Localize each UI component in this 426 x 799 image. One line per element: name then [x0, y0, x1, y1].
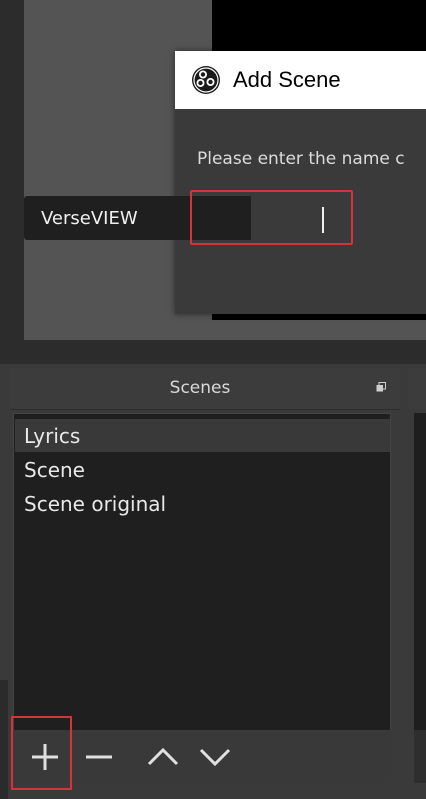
scene-toolbar: [13, 730, 391, 783]
chevron-down-icon: [199, 748, 231, 766]
scene-list-item[interactable]: Scene: [24, 458, 85, 482]
scene-list-item[interactable]: Scene original: [24, 492, 166, 516]
scenes-dock-header: Scenes: [10, 368, 400, 410]
left-edge-strip: [0, 680, 8, 799]
sources-list: [414, 413, 426, 783]
move-scene-up-button[interactable]: [143, 730, 183, 783]
scene-list-item[interactable]: Lyrics: [24, 424, 80, 448]
sources-dock-header: [408, 368, 426, 409]
scenes-dock-title: Scenes: [169, 378, 231, 398]
add-icon: [32, 743, 58, 770]
obs-logo-icon: [192, 66, 220, 94]
dialog-titlebar: Add Scene: [175, 51, 426, 109]
dialog-title: Add Scene: [233, 67, 341, 92]
sources-toolbar: [414, 730, 426, 783]
scene-name-input[interactable]: [24, 196, 251, 240]
text-caret: [322, 207, 324, 233]
float-dock-icon[interactable]: [376, 382, 386, 392]
scene-list: Lyrics Scene Scene original: [13, 413, 391, 733]
remove-icon: [86, 755, 112, 758]
add-scene-button[interactable]: [25, 730, 65, 783]
dialog-prompt: Please enter the name c: [197, 149, 405, 169]
chevron-up-icon: [147, 747, 179, 765]
move-scene-down-button[interactable]: [195, 730, 235, 783]
add-scene-dialog: Add Scene Please enter the name c: [175, 51, 426, 314]
remove-scene-button[interactable]: [79, 730, 119, 783]
